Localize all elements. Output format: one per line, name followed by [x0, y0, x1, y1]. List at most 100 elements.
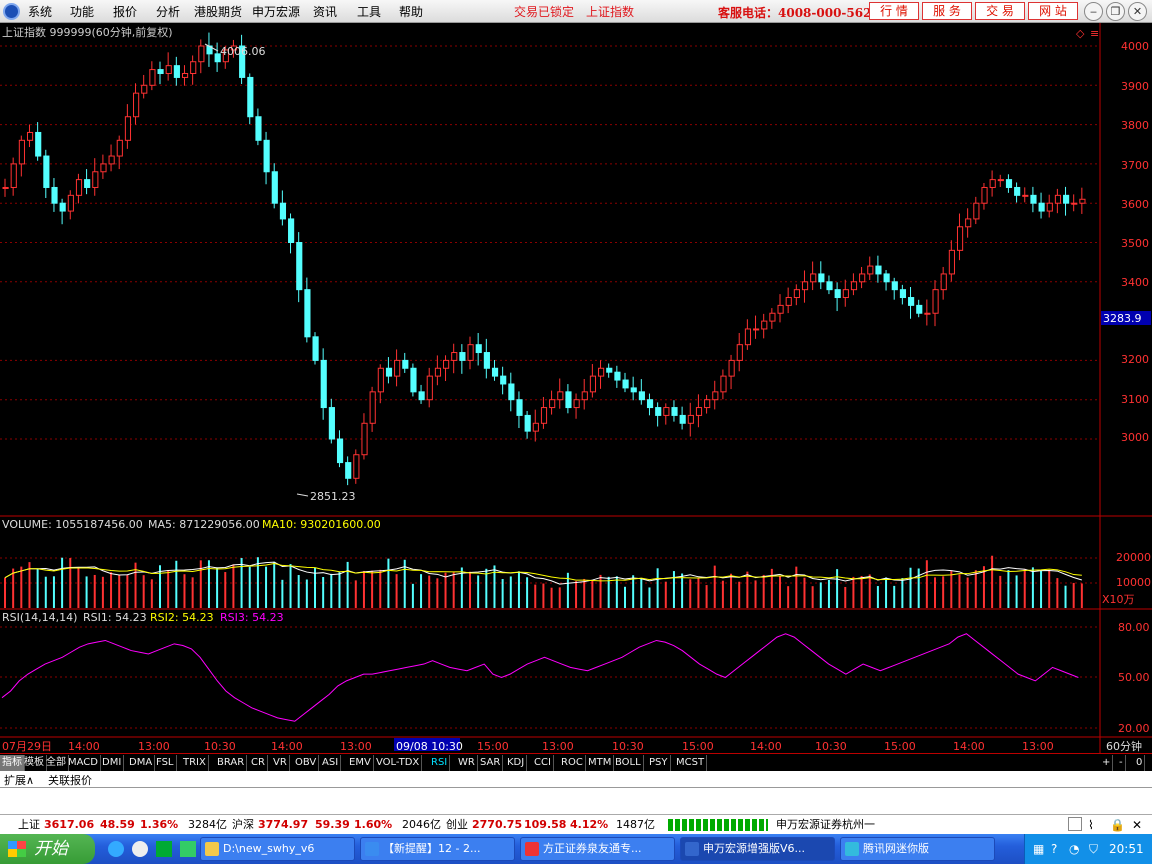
candle-body [598, 367, 605, 377]
index-link[interactable]: 上证指数 [586, 3, 634, 20]
close-icon[interactable]: ✕ [1128, 2, 1147, 21]
service-button[interactable]: 服 务 [922, 2, 972, 20]
diamond-icon[interactable]: ◇ [1076, 27, 1085, 40]
candle-body [1022, 194, 1029, 197]
time-tick: 10:30 [612, 740, 644, 753]
candle-body [997, 179, 1004, 182]
price-tick: 3200 [1121, 353, 1149, 366]
candle-body [394, 359, 401, 377]
menu-swhy[interactable]: 申万宏源 [252, 3, 300, 20]
time-tick: 10:30 [815, 740, 847, 753]
indicator-tab[interactable]: ROC [559, 755, 586, 771]
candle-body [361, 422, 368, 456]
start-button[interactable]: 开始 [0, 834, 95, 864]
task-swhy[interactable]: 申万宏源增强版V6... [680, 837, 835, 861]
trade-button[interactable]: 交 易 [975, 2, 1025, 20]
close-panel-icon[interactable]: ✕ [1132, 816, 1142, 835]
indicator-tab[interactable]: TRIX [181, 755, 209, 771]
related-quotes-tab[interactable]: 关联报价 [48, 772, 92, 788]
indicator-tab[interactable]: BOLL [613, 755, 644, 771]
volume-value: VOLUME: 1055187456.00 [2, 518, 143, 531]
time-tick: 13:00 [340, 740, 372, 753]
trade-lock-status[interactable]: 交易已锁定 [514, 3, 574, 20]
price-tick: 3800 [1121, 119, 1149, 132]
candle-body [744, 328, 752, 346]
zoom-button[interactable]: + [1100, 755, 1114, 771]
media-icon[interactable] [132, 841, 148, 857]
menu-system[interactable]: 系统 [28, 3, 52, 20]
ie-icon[interactable] [108, 841, 124, 857]
shield-icon[interactable]: ⛉ [1089, 834, 1098, 864]
sh-label[interactable]: 上证 [18, 815, 40, 834]
menu-analysis[interactable]: 分析 [156, 3, 180, 20]
candle-body [589, 375, 597, 393]
window-icon[interactable] [1068, 817, 1082, 831]
candle-body [965, 218, 972, 228]
task-tencent[interactable]: 腾讯网迷你版 [840, 837, 995, 861]
zoom-button[interactable]: 0 [1134, 755, 1146, 771]
candle-body [18, 139, 25, 165]
menu-hk-futures[interactable]: 港股期货 [194, 3, 242, 20]
settings-icon[interactable]: ≡ [1090, 27, 1099, 40]
candle-body [1005, 179, 1013, 188]
candle-body [549, 399, 556, 409]
clock[interactable]: 20:51 [1109, 834, 1144, 864]
indicator-tab[interactable]: MACD [66, 755, 101, 771]
stock-chart[interactable]: 上证指数 999999(60分钟,前复权) ◇ ≡ 4006.06 2851.2… [0, 23, 1152, 761]
volume-icon[interactable]: ◔ [1069, 834, 1079, 864]
indicator-tab[interactable]: CCI [532, 755, 554, 771]
indicator-tab[interactable]: KDJ [505, 755, 528, 771]
lock-icon[interactable]: 🔒 [1110, 816, 1125, 835]
menu-quote[interactable]: 报价 [113, 3, 137, 20]
candle-body [345, 462, 352, 479]
indicator-tab[interactable]: MTM [586, 755, 615, 771]
indicator-tab[interactable]: BRAR [215, 755, 248, 771]
indicator-tab[interactable]: ASI [320, 755, 342, 771]
candle-body [304, 289, 311, 338]
menu-function[interactable]: 功能 [70, 3, 94, 20]
indicator-tab[interactable]: VR [271, 755, 290, 771]
indicator-tab[interactable]: OBV [293, 755, 320, 771]
indicator-tab[interactable]: DMI [100, 755, 125, 771]
indicator-tab[interactable]: SAR [478, 755, 504, 771]
restore-icon[interactable]: ❐ [1106, 2, 1125, 21]
price-tick: 4000 [1121, 40, 1149, 53]
zoom-button[interactable]: - [1117, 755, 1126, 771]
task-folder[interactable]: D:\new_swhy_v6 [200, 837, 355, 861]
market-button[interactable]: 行 情 [869, 2, 919, 20]
indicator-tab[interactable]: WR [456, 755, 478, 771]
task-forum[interactable]: 【新提醒】12 - 2... [360, 837, 515, 861]
candle-body [655, 407, 662, 416]
candle-body [573, 399, 580, 409]
minimize-icon[interactable]: ‒ [1084, 2, 1103, 21]
candle-body [1054, 194, 1062, 204]
hs-label[interactable]: 沪深 [232, 815, 254, 834]
help-icon[interactable]: ? [1051, 834, 1057, 864]
menu-tools[interactable]: 工具 [357, 3, 381, 20]
indicator-tab[interactable]: MCST [674, 755, 708, 771]
volume-tick: 10000 [1116, 576, 1151, 589]
indicator-tab[interactable]: RSI [429, 755, 451, 771]
network-icon[interactable]: ▦ [1033, 834, 1044, 864]
app-icon[interactable] [180, 841, 196, 857]
indicator-tab[interactable]: FSL [154, 755, 177, 771]
menu-help[interactable]: 帮助 [399, 3, 423, 20]
indicator-tab[interactable]: EMV [347, 755, 374, 771]
task-fangzheng[interactable]: 方正证券泉友通专... [520, 837, 675, 861]
indicator-tab[interactable]: DMA [127, 755, 156, 771]
candle-body [418, 391, 425, 401]
website-button[interactable]: 网 站 [1028, 2, 1078, 20]
candle-body [524, 414, 531, 432]
indicator-tab[interactable]: CR [249, 755, 268, 771]
indicator-tab[interactable]: VOL-TDX [374, 755, 423, 771]
candle-body [157, 69, 164, 75]
desktop-icon[interactable] [156, 841, 172, 857]
menu-news[interactable]: 资讯 [313, 3, 337, 20]
candle-body [353, 454, 360, 479]
candle-body [328, 407, 335, 440]
indicator-tab[interactable]: PSY [647, 755, 671, 771]
candle-body [35, 131, 42, 157]
expand-tab[interactable]: 扩展∧ [4, 772, 34, 788]
cy-label[interactable]: 创业 [446, 815, 468, 834]
period-label[interactable]: 60分钟 [1106, 739, 1142, 753]
